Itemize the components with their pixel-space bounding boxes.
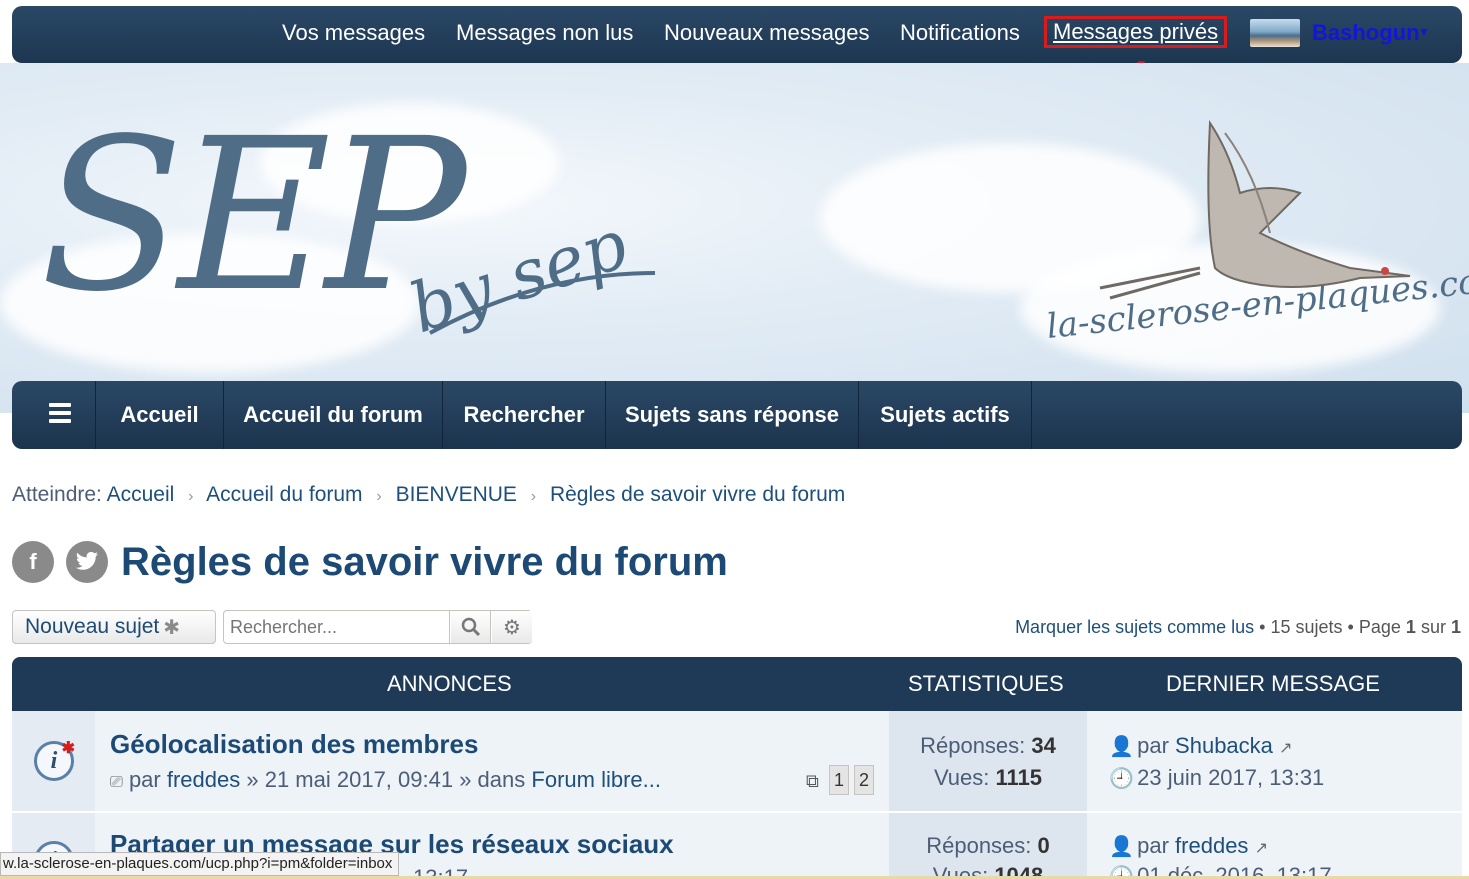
nav-unanswered-topics[interactable]: Sujets sans réponse	[606, 381, 859, 449]
avatar[interactable]	[1250, 19, 1300, 47]
attachment-icon: ⎚	[110, 774, 123, 791]
nav-search[interactable]: Rechercher	[443, 381, 606, 449]
topic-pagination: Marquer les sujets comme lus • 15 sujets…	[1015, 617, 1461, 637]
search-input[interactable]	[224, 611, 450, 643]
search-icon	[461, 617, 480, 637]
user-icon: 👤	[1109, 736, 1134, 758]
page-total: 1	[1450, 617, 1461, 637]
page-label: Page	[1358, 617, 1401, 637]
breadcrumb: Atteindre: Accueil › Accueil du forum › …	[12, 483, 845, 507]
announcement-icon: i ✱	[34, 740, 75, 781]
views-count: 1115	[995, 765, 1043, 790]
page-link-1[interactable]: 1	[829, 765, 849, 795]
page-of: sur	[1420, 617, 1446, 637]
advanced-search-button[interactable]: ⚙	[492, 611, 532, 643]
last-post-author[interactable]: Shubacka	[1175, 733, 1273, 758]
breadcrumb-prefix: Atteindre:	[12, 483, 102, 506]
menu-toggle[interactable]	[12, 381, 96, 449]
view-latest-post-icon[interactable]: ↗	[1279, 740, 1292, 757]
private-messages-link[interactable]: Messages privés	[1044, 16, 1228, 48]
site-banner: SEP by sep la-sclerose-en-plaques.com	[0, 63, 1469, 413]
col-last-post: DERNIER MESSAGE	[1166, 671, 1380, 696]
mark-topics-read-link[interactable]: Marquer les sujets comme lus	[1015, 617, 1254, 637]
gear-icon: ⚙	[503, 616, 521, 639]
replies-count: 0	[1037, 833, 1050, 858]
main-nav-bar: Accueil Accueil du forum Rechercher Suje…	[12, 381, 1462, 449]
topic-forum-link[interactable]: Forum libre...	[531, 767, 661, 792]
new-topic-label: Nouveau sujet	[25, 615, 160, 638]
topic-meta: ⎚ par freddes » 21 mai 2017, 09:41 » dan…	[110, 767, 661, 792]
user-icon: 👤	[1109, 836, 1134, 858]
browser-status-url: w.la-sclerose-en-plaques.com/ucp.php?i=p…	[0, 852, 400, 876]
new-posts-link[interactable]: Nouveaux messages	[664, 20, 869, 46]
hamburger-icon	[49, 403, 71, 427]
col-statistics: STATISTIQUES	[908, 671, 1064, 696]
announcements-header: ANNONCES STATISTIQUES DERNIER MESSAGE	[12, 657, 1462, 711]
search-button[interactable]	[451, 611, 491, 643]
last-post-author[interactable]: freddes	[1175, 833, 1248, 858]
last-post-date: 23 juin 2017, 13:31	[1137, 765, 1325, 790]
crane-bird-illustration	[1099, 119, 1411, 300]
breadcrumb-separator: ›	[376, 488, 382, 505]
table-row: i ✱ Géolocalisation des membres ⎚ par fre…	[12, 711, 1462, 811]
col-announcements: ANNONCES	[387, 671, 512, 696]
breadcrumb-welcome[interactable]: BIENVENUE	[396, 483, 517, 506]
facebook-icon[interactable]: f	[12, 541, 54, 583]
nav-home[interactable]: Accueil	[96, 381, 224, 449]
new-topic-button[interactable]: Nouveau sujet ✱	[12, 610, 216, 644]
twitter-icon[interactable]	[66, 541, 108, 583]
site-logo[interactable]: SEP by sep la-sclerose-en-plaques.com	[0, 63, 1469, 413]
notifications-link[interactable]: Notifications	[900, 20, 1020, 46]
topic-author[interactable]: freddes	[167, 767, 240, 792]
chevron-down-icon[interactable]: ▼	[1418, 25, 1430, 39]
breadcrumb-home[interactable]: Accueil	[107, 483, 175, 506]
nav-active-topics[interactable]: Sujets actifs	[859, 381, 1032, 449]
view-latest-post-icon[interactable]: ↗	[1255, 840, 1268, 857]
replies-count: 34	[1031, 733, 1056, 758]
pages-icon: ⧉	[806, 771, 819, 791]
clock-icon: 🕘	[1109, 768, 1134, 790]
forum-search-box: ⚙	[223, 610, 532, 644]
your-posts-link[interactable]: Vos messages	[282, 20, 425, 46]
breadcrumb-separator: ›	[530, 488, 537, 505]
topic-count: 15 sujets	[1270, 617, 1343, 637]
page-title: Règles de savoir vivre du forum	[121, 540, 728, 584]
top-nav-bar: Vos messages Messages non lus Nouveaux m…	[12, 6, 1462, 63]
breadcrumb-forum-home[interactable]: Accueil du forum	[206, 483, 362, 506]
topic-title[interactable]: Géolocalisation des membres	[110, 729, 478, 760]
asterisk-icon: ✱	[163, 616, 181, 639]
logo-text: SEP	[40, 93, 470, 338]
username-menu[interactable]: Bashogun	[1312, 20, 1420, 46]
page-current: 1	[1405, 617, 1416, 637]
unread-posts-link[interactable]: Messages non lus	[456, 20, 633, 46]
breadcrumb-current[interactable]: Règles de savoir vivre du forum	[550, 483, 845, 506]
breadcrumb-separator: ›	[188, 488, 194, 505]
nav-forum-home[interactable]: Accueil du forum	[224, 381, 443, 449]
page-link-2[interactable]: 2	[854, 765, 874, 795]
